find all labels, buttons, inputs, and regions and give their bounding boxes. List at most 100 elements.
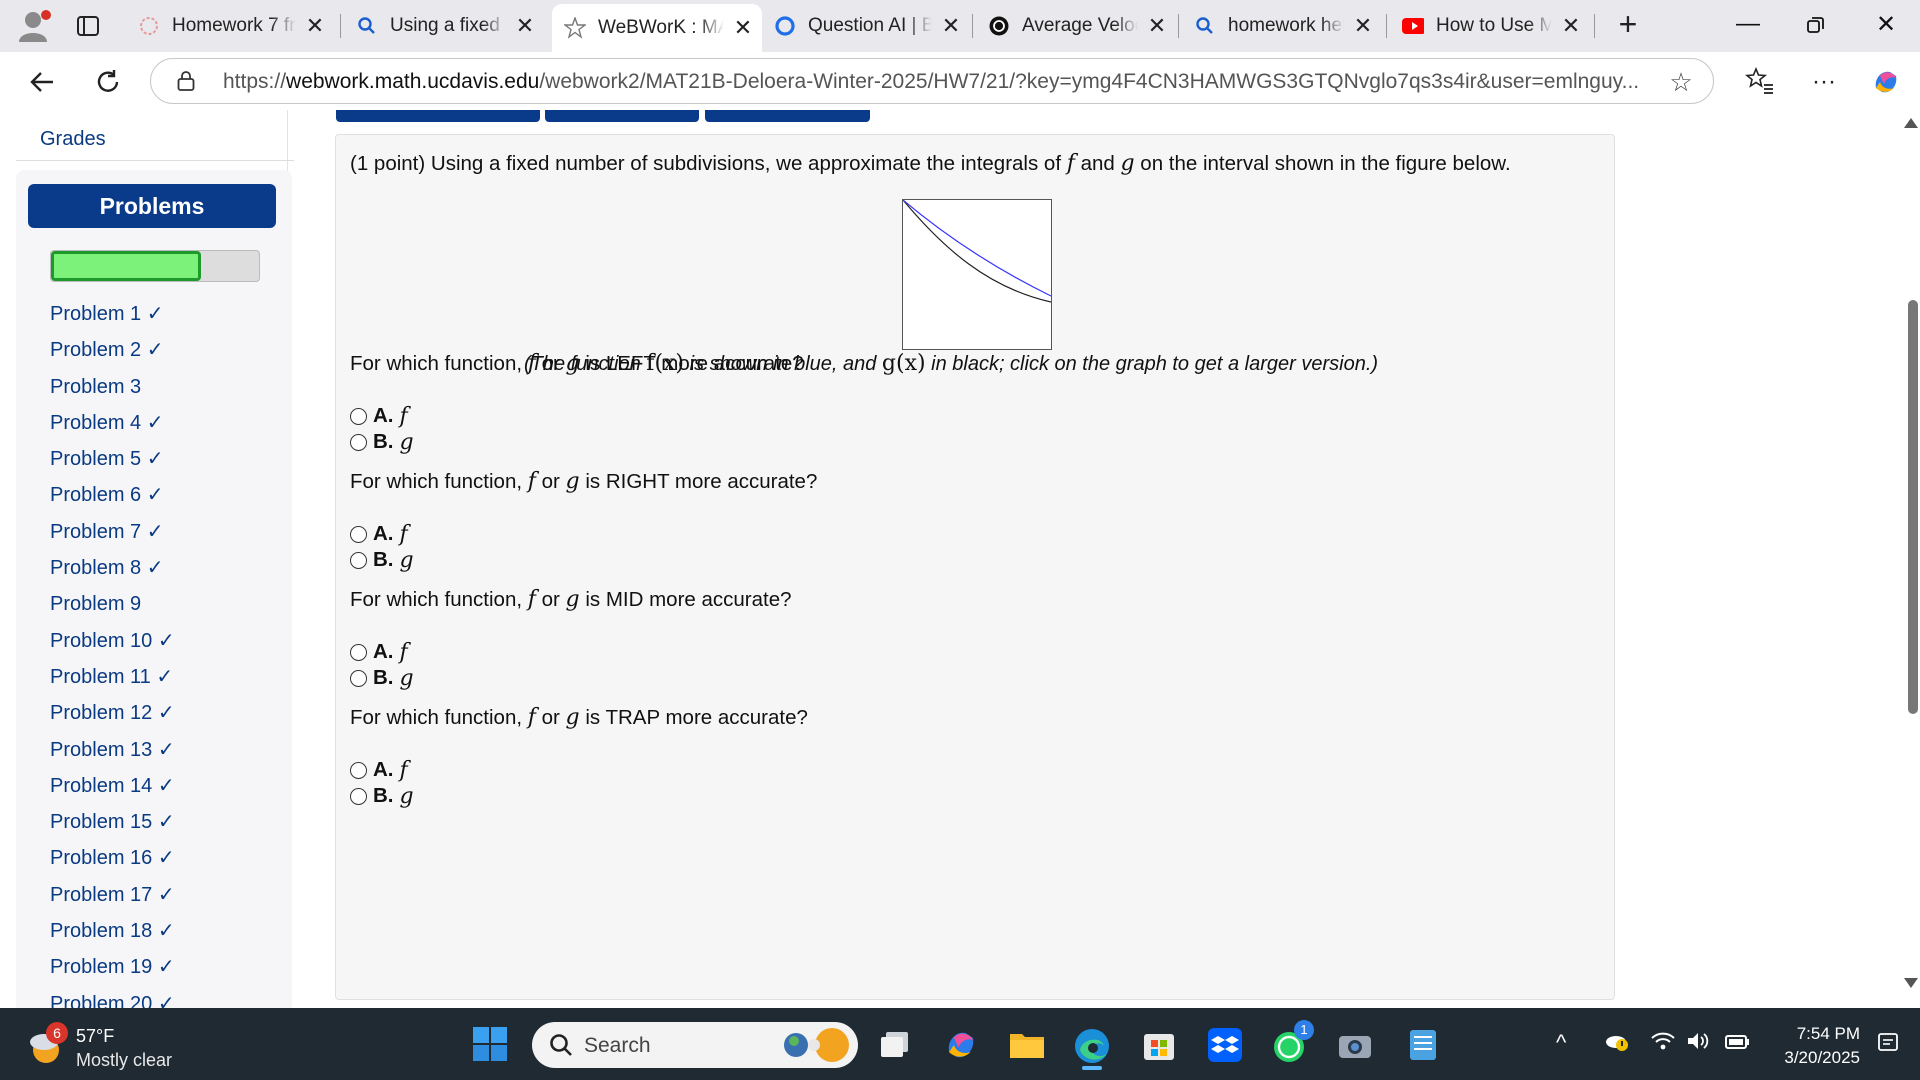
task-view-icon[interactable] (876, 1026, 914, 1064)
tab-homework-7[interactable]: Homework 7 fr ✕ (126, 4, 334, 48)
problem-link[interactable]: Problem 12 ✓ (50, 695, 175, 731)
dropbox-icon[interactable] (1206, 1026, 1244, 1064)
whatsapp-icon[interactable]: 1 (1270, 1020, 1314, 1064)
problem-link[interactable]: Problem 8 ✓ (50, 550, 175, 586)
taskbar-search[interactable]: Search (532, 1022, 858, 1068)
math-f: f (1066, 151, 1075, 176)
new-tab-plus-icon[interactable]: + (1612, 8, 1644, 42)
webwork-star-icon (564, 17, 586, 39)
nav-button-next[interactable] (705, 110, 870, 122)
onedrive-warning-icon[interactable] (1604, 1030, 1630, 1058)
question-prefix: For which function, (350, 352, 528, 375)
radio-button[interactable] (350, 669, 367, 687)
restore-icon[interactable] (1796, 10, 1836, 42)
problem-link[interactable]: Problem 13 ✓ (50, 732, 175, 768)
copilot-taskbar-icon[interactable] (942, 1026, 980, 1064)
close-tab-icon[interactable]: ✕ (304, 13, 326, 38)
windows-start-icon[interactable] (472, 1026, 510, 1064)
problem-link[interactable]: Problem 15 ✓ (50, 804, 175, 840)
favorite-star-icon[interactable]: ☆ (1667, 68, 1695, 96)
choice-b-option[interactable]: B. g (350, 429, 414, 455)
openai-icon (988, 15, 1010, 37)
notepad-icon[interactable] (1404, 1026, 1442, 1064)
scroll-down-arrow-icon[interactable] (1904, 978, 1918, 988)
minimize-icon[interactable]: — (1728, 10, 1768, 42)
choice-a-option[interactable]: A. f (350, 757, 408, 783)
tab-webwork[interactable]: WeBWorK : MA ✕ (552, 4, 762, 52)
choice-a-option[interactable]: A. f (350, 403, 408, 429)
math-g: g (565, 351, 580, 376)
nav-button-list[interactable] (545, 110, 699, 122)
volume-icon[interactable] (1686, 1030, 1712, 1058)
problem-link[interactable]: Problem 3 (50, 369, 175, 405)
tab-using-a-fixed[interactable]: Using a fixed n ✕ (344, 4, 544, 48)
problems-header: Problems (28, 184, 276, 228)
problem-link[interactable]: Problem 14 ✓ (50, 768, 175, 804)
problem-link[interactable]: Problem 20 ✓ (50, 986, 175, 1008)
problem-link[interactable]: Problem 9 (50, 586, 175, 622)
problem-link[interactable]: Problem 16 ✓ (50, 840, 175, 876)
url-bar[interactable]: https://webwork.math.ucdavis.edu/webwork… (150, 58, 1714, 104)
radio-button[interactable] (350, 525, 367, 543)
tab-average-velocity[interactable]: Average Veloci ✕ (976, 4, 1176, 48)
favorites-list-icon[interactable] (1744, 66, 1776, 98)
scroll-up-arrow-icon[interactable] (1904, 118, 1918, 128)
problem-link[interactable]: Problem 2 ✓ (50, 332, 175, 368)
radio-button[interactable] (350, 643, 367, 661)
close-tab-icon[interactable]: ✕ (1560, 13, 1582, 38)
close-tab-icon[interactable]: ✕ (940, 13, 962, 38)
problem-link[interactable]: Problem 6 ✓ (50, 477, 175, 513)
close-tab-icon[interactable]: ✕ (1352, 13, 1374, 38)
camera-icon[interactable] (1336, 1026, 1374, 1064)
radio-button[interactable] (350, 761, 367, 779)
vertical-scrollbar[interactable] (1900, 110, 1920, 1008)
choice-a-option[interactable]: A. f (350, 521, 408, 547)
choice-b-option[interactable]: B. g (350, 665, 414, 691)
choice-b-option[interactable]: B. g (350, 783, 414, 809)
clock[interactable]: 7:54 PM 3/20/2025 (1768, 1022, 1860, 1070)
close-window-icon[interactable]: ✕ (1866, 10, 1906, 42)
tab-actions-icon[interactable] (74, 12, 102, 40)
choice-b-option[interactable]: B. g (350, 547, 414, 573)
close-tab-icon[interactable]: ✕ (514, 13, 536, 38)
nav-button-previous[interactable] (336, 110, 540, 122)
close-tab-icon[interactable]: ✕ (1146, 13, 1168, 38)
wifi-icon[interactable] (1650, 1030, 1676, 1058)
edge-browser-icon[interactable] (1072, 1026, 1110, 1070)
more-menu-icon[interactable]: ··· (1808, 66, 1840, 98)
radio-button[interactable] (350, 551, 367, 569)
problem-link[interactable]: Problem 11 ✓ (50, 659, 175, 695)
problem-link[interactable]: Problem 10 ✓ (50, 623, 175, 659)
radio-button[interactable] (350, 787, 367, 805)
weather-widget[interactable]: 6 57°F Mostly clear (28, 1022, 188, 1070)
battery-icon[interactable] (1724, 1030, 1752, 1058)
tab-question-ai[interactable]: Question AI | B ✕ (762, 4, 970, 48)
problem-link[interactable]: Problem 18 ✓ (50, 913, 175, 949)
lock-icon[interactable] (177, 71, 195, 91)
refresh-icon[interactable] (88, 62, 128, 102)
problem-link[interactable]: Problem 4 ✓ (50, 405, 175, 441)
function-graph[interactable] (902, 199, 1052, 350)
notifications-icon[interactable] (1876, 1030, 1900, 1060)
show-hidden-icons-chevron-icon[interactable]: ^ (1556, 1030, 1566, 1056)
problem-link[interactable]: Problem 17 ✓ (50, 877, 175, 913)
close-tab-icon[interactable]: ✕ (732, 15, 754, 40)
problem-link[interactable]: Problem 7 ✓ (50, 514, 175, 550)
grades-link[interactable]: Grades (40, 128, 106, 151)
profile-avatar-icon[interactable] (16, 8, 54, 44)
radio-button[interactable] (350, 433, 367, 451)
weather-temperature: 57°F (76, 1026, 115, 1046)
choice-a-option[interactable]: A. f (350, 639, 408, 665)
scroll-thumb[interactable] (1908, 300, 1918, 714)
back-arrow-icon[interactable] (22, 62, 62, 102)
file-explorer-icon[interactable] (1008, 1026, 1046, 1064)
copilot-icon[interactable] (1870, 66, 1902, 98)
radio-button[interactable] (350, 407, 367, 425)
tab-how-to-use[interactable]: How to Use M ✕ (1390, 4, 1590, 48)
tab-homework-help[interactable]: homework hel ✕ (1182, 4, 1382, 48)
microsoft-store-icon[interactable] (1140, 1026, 1178, 1064)
problem-link[interactable]: Problem 19 ✓ (50, 949, 175, 985)
problem-link[interactable]: Problem 5 ✓ (50, 441, 175, 477)
url-text[interactable]: https://webwork.math.ucdavis.edu/webwork… (223, 70, 1639, 94)
problem-link[interactable]: Problem 1 ✓ (50, 296, 175, 332)
